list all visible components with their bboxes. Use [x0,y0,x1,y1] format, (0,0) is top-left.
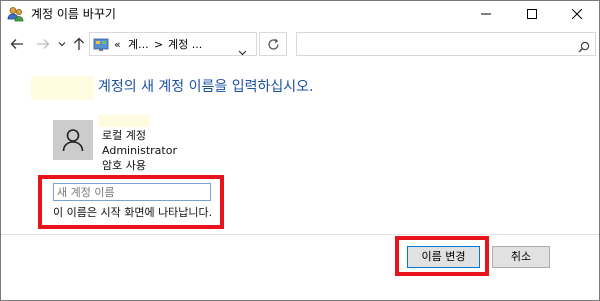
title-bar: 계정 이름 바꾸기 [1,1,599,27]
cancel-button[interactable]: 취소 [492,246,550,268]
new-account-name-input[interactable] [53,183,211,201]
back-arrow-icon[interactable] [9,36,25,52]
name-hint-text: 이 이름은 시작 화면에 나타납니다. [53,206,213,219]
minimize-button[interactable] [464,1,508,27]
maximize-icon [527,9,537,19]
users-icon [7,6,25,22]
close-icon [572,9,582,19]
address-dropdown-icon[interactable] [238,41,247,60]
refresh-button[interactable] [259,32,287,56]
refresh-icon [267,38,279,50]
window-title: 계정 이름 바꾸기 [31,7,116,21]
divider [1,234,599,235]
highlight-mark [98,115,150,127]
forward-arrow-icon[interactable] [35,36,51,52]
breadcrumb-separator: > [154,38,164,51]
search-icon[interactable] [578,38,590,57]
search-box[interactable] [296,32,596,56]
close-button[interactable] [555,1,599,27]
navigation-bar: « 계... > 계정 ... [1,30,599,58]
highlight-mark [31,76,94,100]
rename-account-window: 계정 이름 바꾸기 « 계... > 계정 ... 계정의 새 계정 이름을 입… [0,0,600,301]
control-panel-icon [93,37,109,51]
password-status: 암호 사용 [102,159,146,172]
user-avatar-icon [62,129,84,152]
address-bar[interactable]: « 계... > 계정 ... [89,32,257,56]
page-heading: 계정의 새 계정 이름을 입력하십시오. [98,79,314,95]
rename-button[interactable]: 이름 변경 [407,246,480,268]
address-overflow[interactable]: « [114,38,121,51]
up-arrow-icon[interactable] [71,36,87,52]
recent-dropdown-icon[interactable] [57,36,67,52]
breadcrumb-segment-2[interactable]: 계정 ... [168,38,202,51]
user-avatar [53,120,93,160]
minimize-icon [481,13,491,15]
breadcrumb-segment-1[interactable]: 계... [128,38,149,51]
account-name: Administrator [102,144,177,157]
account-type: 로컬 계정 [102,129,146,142]
maximize-button[interactable] [510,1,554,27]
